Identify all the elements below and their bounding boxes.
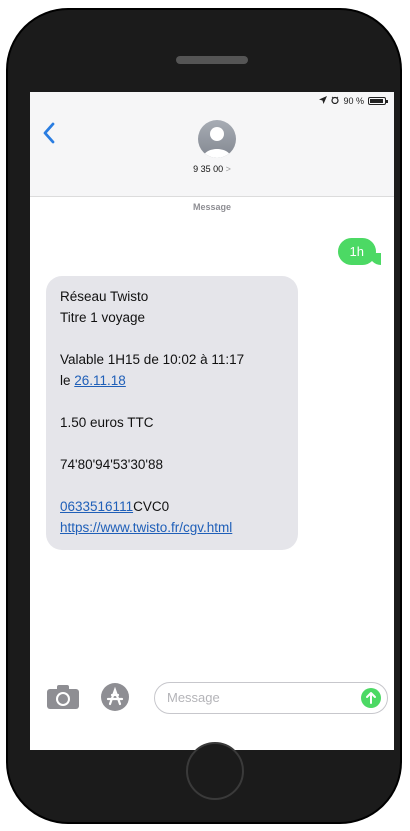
back-chevron-icon[interactable] [42, 122, 62, 146]
date-link[interactable]: 26.11.18 [74, 373, 126, 388]
message-line: 1.50 euros TTC [60, 415, 154, 430]
phone-frame: 90 % 9 35 00 > Message 1h Réseau Twisto … [6, 8, 402, 824]
phone-link[interactable]: 0633516111 [60, 499, 133, 514]
incoming-message-bubble[interactable]: Réseau Twisto Titre 1 voyage Valable 1H1… [46, 276, 298, 550]
contact-number: 9 35 00 [193, 164, 224, 174]
home-button[interactable] [186, 742, 244, 800]
message-line: Titre 1 voyage [60, 310, 146, 325]
url-link[interactable]: https://www.twisto.fr/cgv.html [60, 520, 232, 535]
date-prefix: le [60, 373, 75, 388]
message-input[interactable]: Message [154, 682, 388, 714]
contact-name[interactable]: 9 35 00 > [30, 164, 394, 174]
message-line: Réseau Twisto [60, 289, 149, 304]
person-icon [203, 127, 231, 158]
outgoing-message-bubble[interactable]: 1h [337, 238, 382, 265]
alarm-icon [331, 96, 340, 106]
battery-percent: 90 % [343, 96, 364, 106]
message-line: Valable 1H15 de 10:02 à 11:17 [60, 352, 245, 367]
compose-bar: Message [30, 676, 394, 720]
location-icon [319, 96, 328, 106]
contact-chevron-icon: > [225, 164, 231, 174]
thread-label: Message [192, 202, 232, 212]
message-line: 0633516111CVC0 [60, 496, 284, 517]
conversation-header: 90 % 9 35 00 > [30, 92, 394, 197]
code-text: CVC0 [133, 499, 170, 514]
message-line: https://www.twisto.fr/cgv.html [60, 517, 284, 538]
camera-icon[interactable] [46, 684, 80, 715]
message-line: 74'80'94'53'30'88 [60, 457, 163, 472]
app-store-icon[interactable] [100, 682, 130, 717]
battery-icon [368, 97, 388, 105]
status-bar: 90 % [319, 96, 388, 106]
message-line: le 26.11.18 [60, 370, 284, 391]
screen: 90 % 9 35 00 > Message 1h Réseau Twisto … [30, 92, 394, 750]
message-placeholder: Message [167, 690, 220, 705]
arrow-up-icon [366, 692, 376, 704]
speaker-grille [176, 56, 248, 64]
send-button[interactable] [361, 688, 381, 708]
contact-avatar[interactable] [198, 120, 236, 158]
